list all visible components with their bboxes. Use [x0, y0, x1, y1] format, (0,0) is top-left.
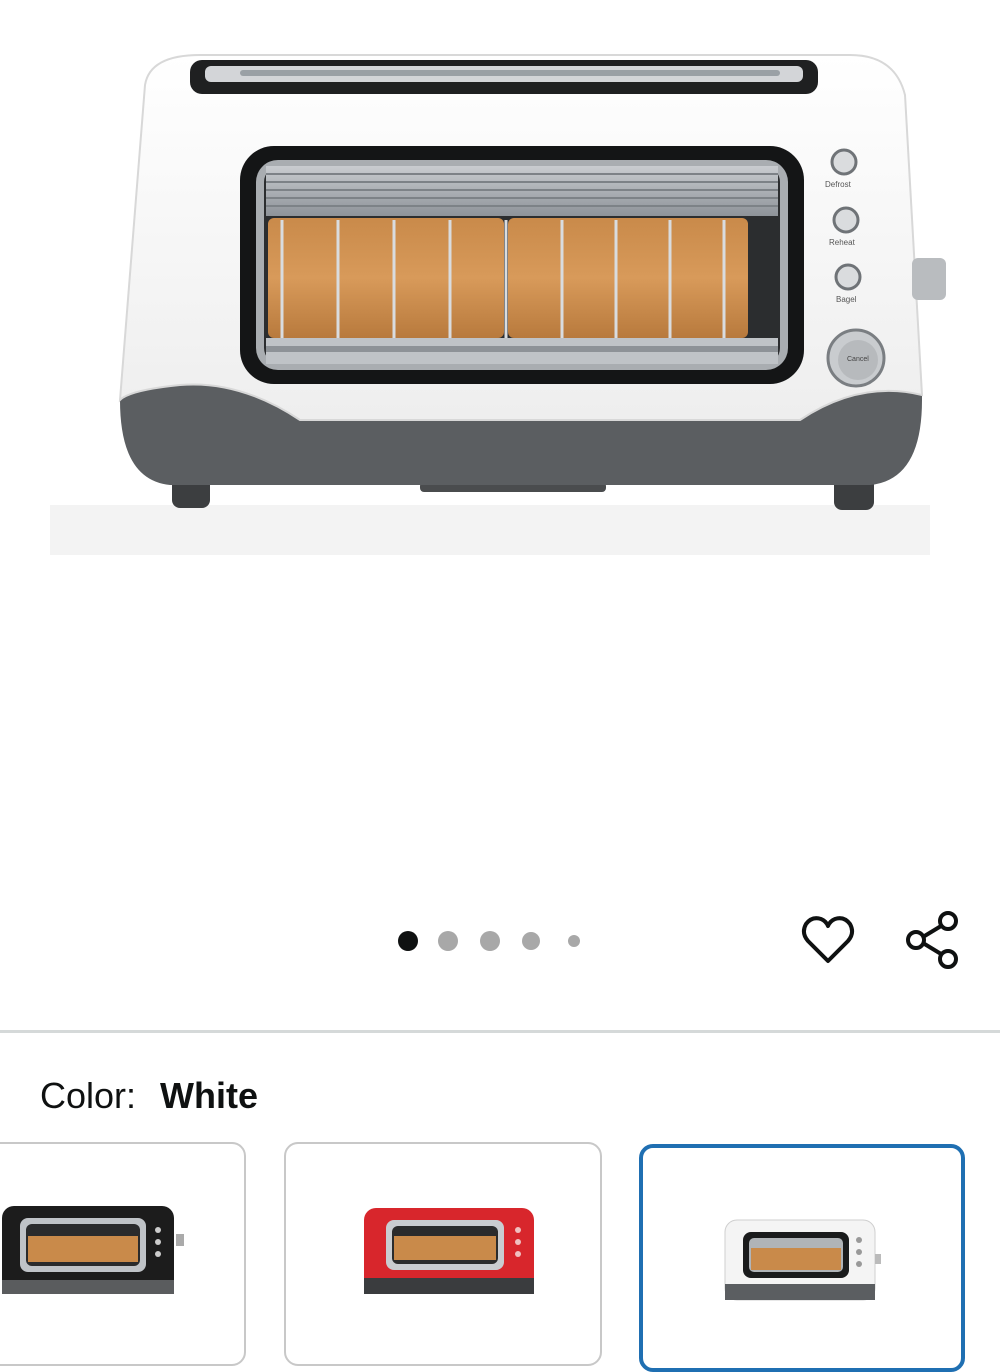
color-swatch-red[interactable]	[284, 1142, 602, 1366]
toaster-thumbnail	[364, 1208, 534, 1294]
share-icon	[906, 911, 958, 969]
carousel-dot[interactable]	[568, 935, 580, 947]
share-button[interactable]	[900, 908, 964, 972]
carousel-dot[interactable]	[480, 931, 500, 951]
carousel-dot[interactable]	[522, 932, 540, 950]
section-divider	[0, 1030, 1000, 1033]
control-label-reheat: Reheat	[829, 238, 855, 247]
control-label-bagel: Bagel	[836, 295, 857, 304]
carousel-dot[interactable]	[398, 931, 418, 951]
selected-color-value: White	[160, 1075, 259, 1116]
product-image[interactable]: Defrost Reheat Bagel Cancel	[0, 0, 1000, 900]
color-swatch-black[interactable]	[0, 1142, 246, 1366]
color-selector-label: Color: White	[40, 1074, 258, 1118]
carousel-indicator[interactable]	[398, 926, 600, 956]
toaster-illustration	[50, 54, 946, 555]
control-label-cancel: Cancel	[847, 356, 869, 363]
heart-icon	[801, 916, 855, 963]
color-swatch-white[interactable]	[639, 1144, 965, 1372]
toaster-thumbnail	[724, 1219, 881, 1301]
wishlist-button[interactable]	[796, 908, 860, 972]
carousel-dot[interactable]	[438, 931, 458, 951]
toaster-thumbnail	[2, 1206, 184, 1294]
color-label: Color:	[40, 1075, 137, 1116]
control-label-defrost: Defrost	[825, 180, 851, 189]
